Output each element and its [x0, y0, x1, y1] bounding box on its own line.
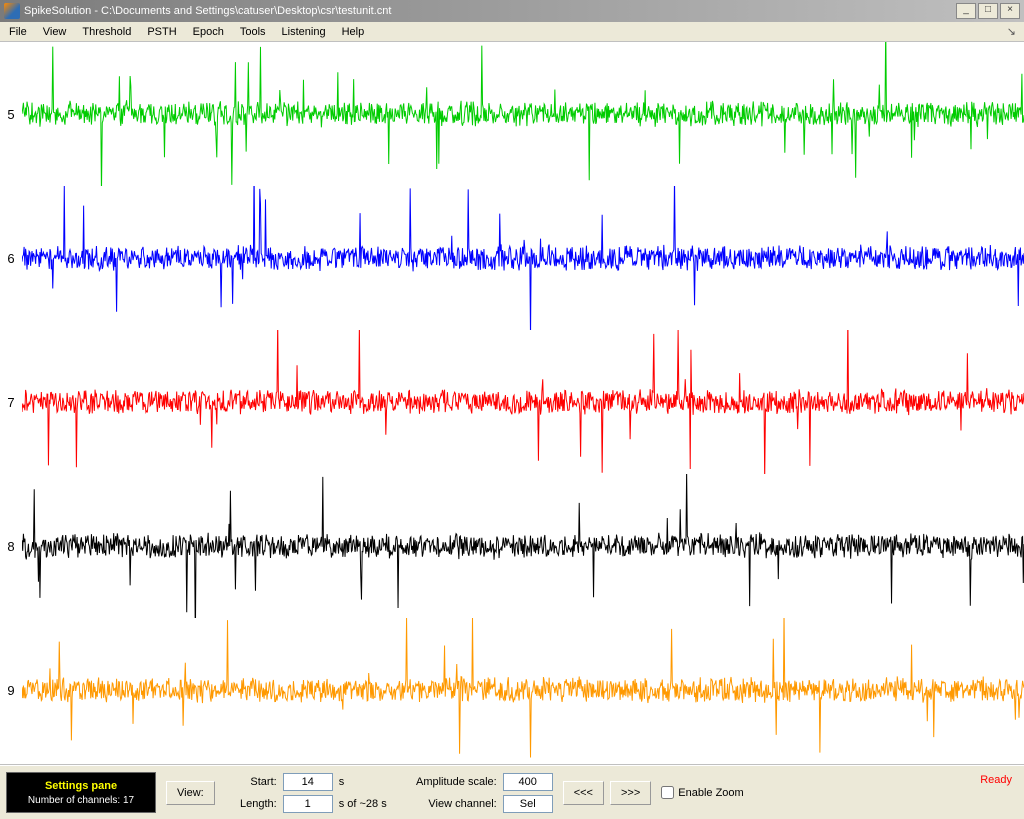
- length-input[interactable]: [283, 795, 333, 813]
- enable-zoom-input[interactable]: [661, 786, 674, 799]
- channel-row: 8: [0, 474, 1024, 618]
- menu-listening[interactable]: Listening: [275, 24, 333, 40]
- nav-buttons: <<< >>>: [563, 781, 652, 805]
- menu-psth[interactable]: PSTH: [140, 24, 183, 40]
- channel-row: 9: [0, 618, 1024, 762]
- waveform: [22, 474, 1024, 618]
- menu-overflow-icon[interactable]: ↘: [1001, 23, 1022, 40]
- status-text: Ready: [980, 772, 1018, 786]
- prev-button[interactable]: <<<: [563, 781, 604, 805]
- settings-pane-title: Settings pane: [7, 780, 155, 792]
- menu-help[interactable]: Help: [335, 24, 372, 40]
- amplitude-input[interactable]: [503, 773, 553, 791]
- waveform: [22, 618, 1024, 762]
- menu-view[interactable]: View: [36, 24, 74, 40]
- start-label: Start:: [225, 776, 277, 788]
- menu-file[interactable]: File: [2, 24, 34, 40]
- menu-threshold[interactable]: Threshold: [75, 24, 138, 40]
- menu-epoch[interactable]: Epoch: [186, 24, 231, 40]
- waveform: [22, 186, 1024, 330]
- menu-tools[interactable]: Tools: [233, 24, 273, 40]
- app-icon: [4, 3, 20, 19]
- minimize-button[interactable]: _: [956, 3, 976, 19]
- channel-row: 7: [0, 330, 1024, 474]
- waveform: [22, 42, 1024, 186]
- maximize-button[interactable]: □: [978, 3, 998, 19]
- time-controls: Start: s Length: s of ~28 s: [225, 772, 391, 813]
- length-unit: s of ~28 s: [339, 798, 391, 810]
- channel-label: 7: [0, 395, 22, 410]
- waveform: [22, 330, 1024, 474]
- title-bar: SpikeSolution - C:\Documents and Setting…: [0, 0, 1024, 22]
- window-title: SpikeSolution - C:\Documents and Setting…: [24, 5, 956, 17]
- signal-plot-area[interactable]: 5 6 7 8 9: [0, 42, 1024, 765]
- scale-controls: Amplitude scale: View channel:: [401, 772, 553, 813]
- channel-label: 9: [0, 683, 22, 698]
- channel-label: 6: [0, 251, 22, 266]
- settings-channel-count: Number of channels: 17: [7, 795, 155, 806]
- channel-row: 6: [0, 186, 1024, 330]
- channel-label: 8: [0, 539, 22, 554]
- enable-zoom-label: Enable Zoom: [678, 787, 743, 799]
- settings-pane: Settings pane Number of channels: 17: [6, 772, 156, 813]
- view-button[interactable]: View:: [166, 781, 215, 805]
- view-channel-input[interactable]: [503, 795, 553, 813]
- view-channel-label: View channel:: [401, 798, 497, 810]
- amplitude-label: Amplitude scale:: [401, 776, 497, 788]
- window-controls: _ □ ×: [956, 3, 1020, 19]
- start-input[interactable]: [283, 773, 333, 791]
- length-label: Length:: [225, 798, 277, 810]
- close-button[interactable]: ×: [1000, 3, 1020, 19]
- control-panel: Settings pane Number of channels: 17 Vie…: [0, 765, 1024, 819]
- next-button[interactable]: >>>: [610, 781, 651, 805]
- start-unit: s: [339, 776, 391, 788]
- enable-zoom-checkbox[interactable]: Enable Zoom: [661, 786, 743, 799]
- menu-bar: File View Threshold PSTH Epoch Tools Lis…: [0, 22, 1024, 42]
- channel-label: 5: [0, 107, 22, 122]
- channel-row: 5: [0, 42, 1024, 186]
